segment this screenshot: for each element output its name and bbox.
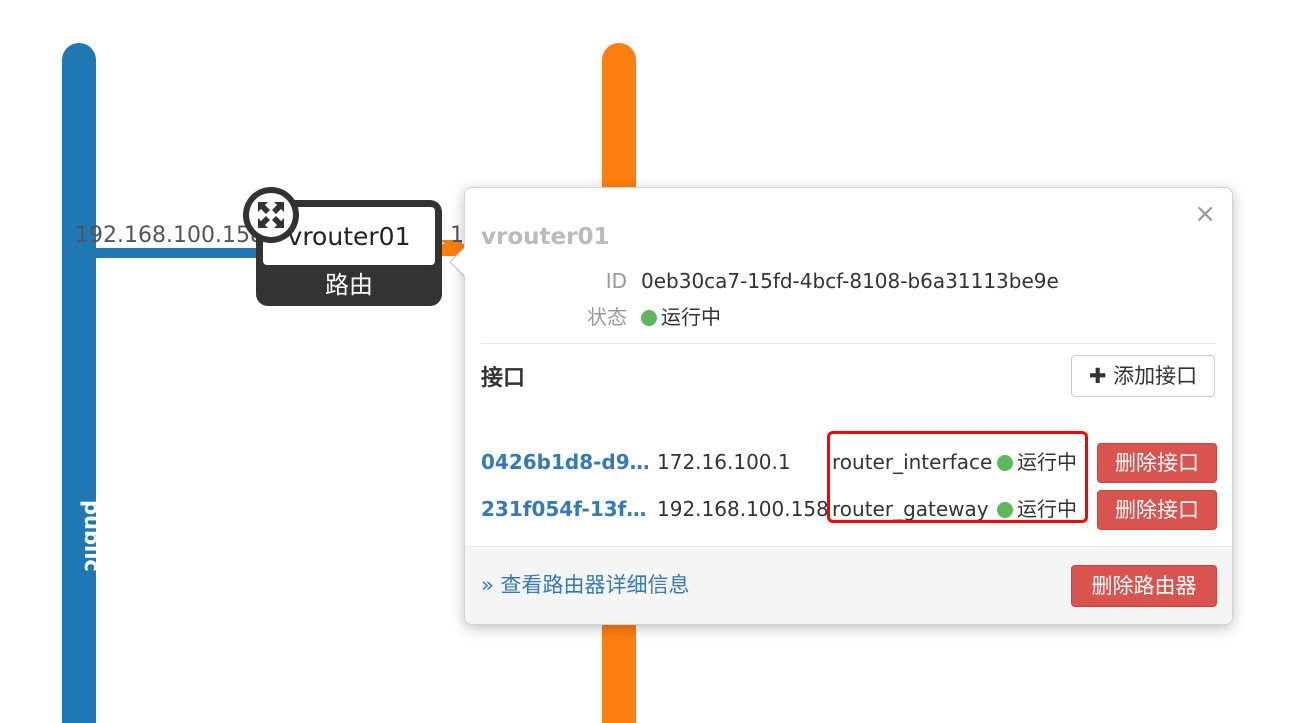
public-network-bar[interactable] xyxy=(62,43,96,723)
interfaces-section-title: 接口 xyxy=(481,366,526,391)
public-router-link xyxy=(96,248,266,258)
id-label: ID xyxy=(605,269,627,293)
interface-ip: 192.168.100.158 xyxy=(657,497,829,521)
section-divider xyxy=(481,343,1216,344)
network-topology-canvas: public 192.168.100.158 17 vrouter01 路由 ×… xyxy=(0,0,1310,723)
delete-interface-button[interactable]: 删除接口 xyxy=(1097,443,1217,483)
delete-interface-button[interactable]: 删除接口 xyxy=(1097,490,1217,530)
router-status: 运行中 xyxy=(641,301,721,330)
close-icon[interactable]: × xyxy=(1194,200,1216,228)
interface-id-link[interactable]: 0426b1d8-d9… xyxy=(481,442,651,482)
highlight-annotation-box xyxy=(827,431,1088,523)
router-icon xyxy=(243,187,299,243)
status-active-dot-icon xyxy=(641,310,657,326)
status-label: 状态 xyxy=(587,305,627,329)
public-link-ip: 192.168.100.158 xyxy=(75,223,264,248)
popup-title: vrouter01 xyxy=(481,224,610,250)
view-router-details-link[interactable]: » 查看路由器详细信息 xyxy=(481,569,690,599)
popup-arrow xyxy=(451,247,466,277)
delete-router-button[interactable]: 删除路由器 xyxy=(1071,565,1217,607)
router-info-popup: × vrouter01 ID 0eb30ca7-15fd-4bcf-8108-b… xyxy=(464,187,1233,625)
add-interface-label: 添加接口 xyxy=(1113,364,1198,388)
id-value: 0eb30ca7-15fd-4bcf-8108-b6a31113be9e xyxy=(641,269,1059,293)
public-network-label: public xyxy=(80,500,104,572)
router-arrows-icon xyxy=(258,202,284,228)
popup-footer: » 查看路由器详细信息 删除路由器 xyxy=(465,546,1232,624)
interface-id-link[interactable]: 231f054f-13f… xyxy=(481,489,651,529)
add-interface-button[interactable]: ✚ 添加接口 xyxy=(1071,355,1215,397)
interface-ip: 172.16.100.1 xyxy=(657,450,791,474)
router-type-label: 路由 xyxy=(325,271,373,299)
plus-icon: ✚ xyxy=(1088,364,1107,388)
router-status-text: 运行中 xyxy=(661,305,721,329)
